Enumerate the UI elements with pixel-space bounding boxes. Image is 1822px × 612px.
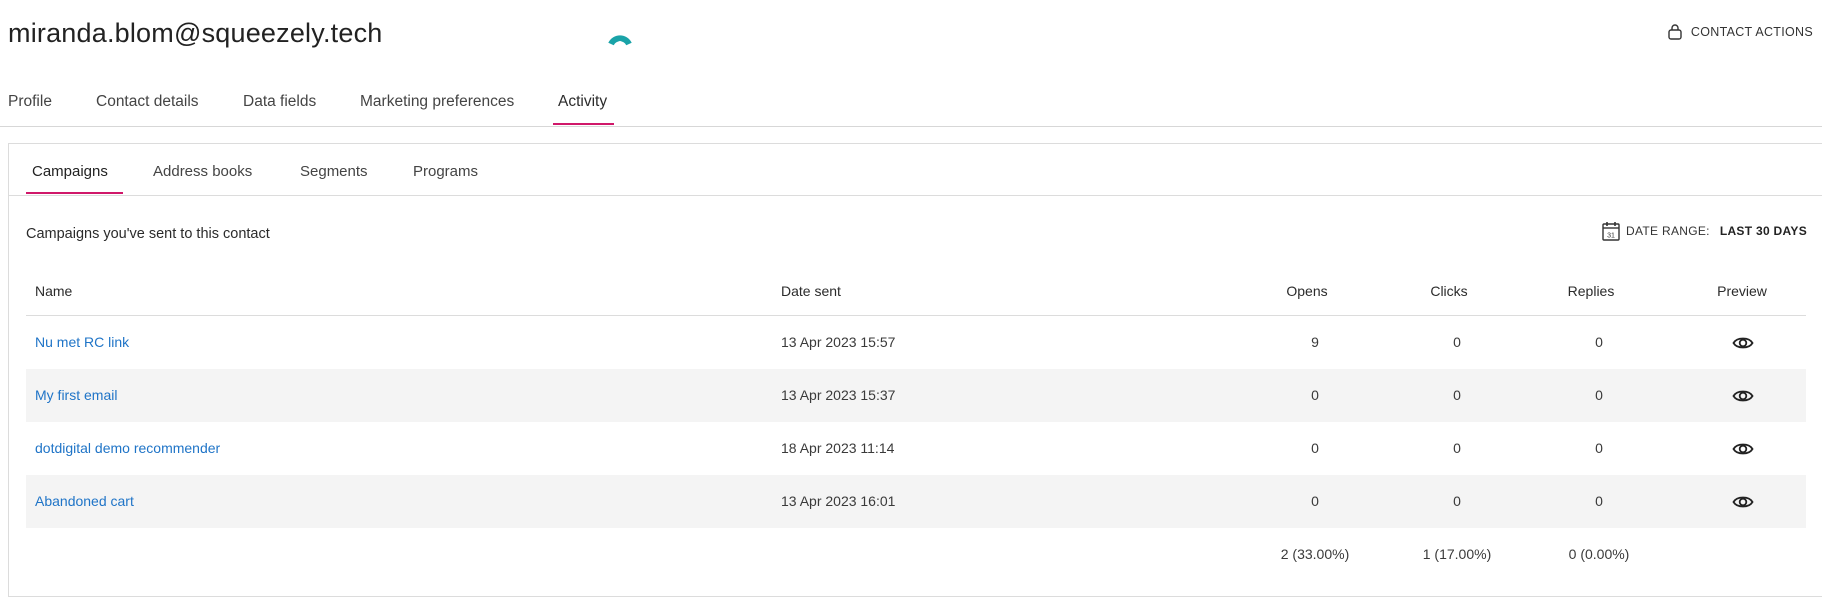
- tab-contact-details[interactable]: Contact details: [96, 93, 199, 111]
- col-replies: Replies: [1567, 283, 1615, 299]
- clicks-value: 0: [1453, 440, 1461, 456]
- opens-value: 0: [1311, 440, 1319, 456]
- active-subtab-indicator: [26, 192, 123, 194]
- date-sent: 13 Apr 2023 15:37: [781, 387, 896, 403]
- col-opens: Opens: [1286, 283, 1328, 299]
- subtab-address-books[interactable]: Address books: [153, 163, 252, 180]
- col-date-sent: Date sent: [781, 283, 841, 299]
- date-sent: 18 Apr 2023 11:14: [781, 440, 895, 456]
- calendar-day: 31: [1607, 233, 1615, 240]
- opens-value: 9: [1311, 334, 1319, 350]
- campaign-name-link[interactable]: My first email: [35, 387, 117, 403]
- date-range-value: LAST 30 DAYS: [1719, 224, 1807, 238]
- eye-icon[interactable]: [1732, 438, 1754, 460]
- tab-marketing-preferences[interactable]: Marketing preferences: [360, 93, 514, 111]
- activity-panel: Campaigns Address books Segments Program…: [8, 143, 1822, 597]
- clicks-value: 0: [1453, 493, 1461, 509]
- contact-header: miranda.blom@squeezely.tech CONTACT ACTI…: [0, 0, 1822, 127]
- section-title: Campaigns you've sent to this contact: [26, 226, 270, 242]
- campaigns-table: Name Date sent Opens Clicks Replies Prev…: [26, 264, 1806, 578]
- table-header: Name Date sent Opens Clicks Replies Prev…: [26, 264, 1806, 316]
- lock-icon: [1668, 24, 1682, 40]
- subtab-programs[interactable]: Programs: [413, 163, 478, 180]
- table-row: dotdigital demo recommender 18 Apr 2023 …: [26, 422, 1806, 475]
- spinner-icon: [608, 35, 632, 46]
- clicks-value: 0: [1453, 387, 1461, 403]
- contact-actions-label: CONTACT ACTIONS: [1690, 24, 1813, 39]
- eye-icon[interactable]: [1732, 491, 1754, 513]
- campaign-name-link[interactable]: Nu met RC link: [35, 334, 129, 350]
- subtab-campaigns[interactable]: Campaigns: [32, 163, 108, 180]
- contact-email-title: miranda.blom@squeezely.tech: [8, 18, 383, 48]
- contact-actions-button[interactable]: CONTACT ACTIONS: [1667, 23, 1813, 40]
- replies-value: 0: [1595, 387, 1603, 403]
- col-name: Name: [35, 283, 73, 299]
- col-clicks: Clicks: [1430, 283, 1468, 299]
- table-row: My first email 13 Apr 2023 15:37 0 0 0: [26, 369, 1806, 422]
- campaign-name-link[interactable]: dotdigital demo recommender: [35, 440, 220, 456]
- campaign-name-link[interactable]: Abandoned cart: [35, 493, 134, 509]
- active-tab-indicator: [553, 123, 614, 125]
- subtab-segments[interactable]: Segments: [300, 163, 368, 180]
- date-range-label: DATE RANGE:: [1626, 224, 1710, 238]
- totals-row: 2 (33.00%) 1 (17.00%) 0 (0.00%): [26, 528, 1806, 578]
- opens-total: 2 (33.00%): [1280, 546, 1350, 562]
- eye-icon[interactable]: [1732, 332, 1754, 354]
- calendar-icon: 31: [1602, 222, 1620, 241]
- replies-value: 0: [1595, 334, 1603, 350]
- eye-icon[interactable]: [1732, 385, 1754, 407]
- replies-total: 0 (0.00%): [1568, 546, 1630, 562]
- tab-data-fields[interactable]: Data fields: [243, 93, 316, 111]
- replies-value: 0: [1595, 440, 1603, 456]
- clicks-total: 1 (17.00%): [1422, 546, 1492, 562]
- activity-sub-tabs: Campaigns Address books Segments Program…: [9, 144, 1822, 196]
- col-preview: Preview: [1717, 283, 1767, 299]
- replies-value: 0: [1595, 493, 1603, 509]
- main-tabs: Profile Contact details Data fields Mark…: [0, 78, 1822, 127]
- table-row: Nu met RC link 13 Apr 2023 15:57 9 0 0: [26, 316, 1806, 369]
- table-row: Abandoned cart 13 Apr 2023 16:01 0 0 0: [26, 475, 1806, 528]
- opens-value: 0: [1311, 493, 1319, 509]
- date-sent: 13 Apr 2023 16:01: [781, 493, 896, 509]
- opens-value: 0: [1311, 387, 1319, 403]
- tab-activity[interactable]: Activity: [558, 93, 607, 111]
- date-range-selector[interactable]: 31 DATE RANGE: LAST 30 DAYS: [1602, 221, 1807, 241]
- date-sent: 13 Apr 2023 15:57: [781, 334, 896, 350]
- tab-profile[interactable]: Profile: [8, 93, 52, 111]
- clicks-value: 0: [1453, 334, 1461, 350]
